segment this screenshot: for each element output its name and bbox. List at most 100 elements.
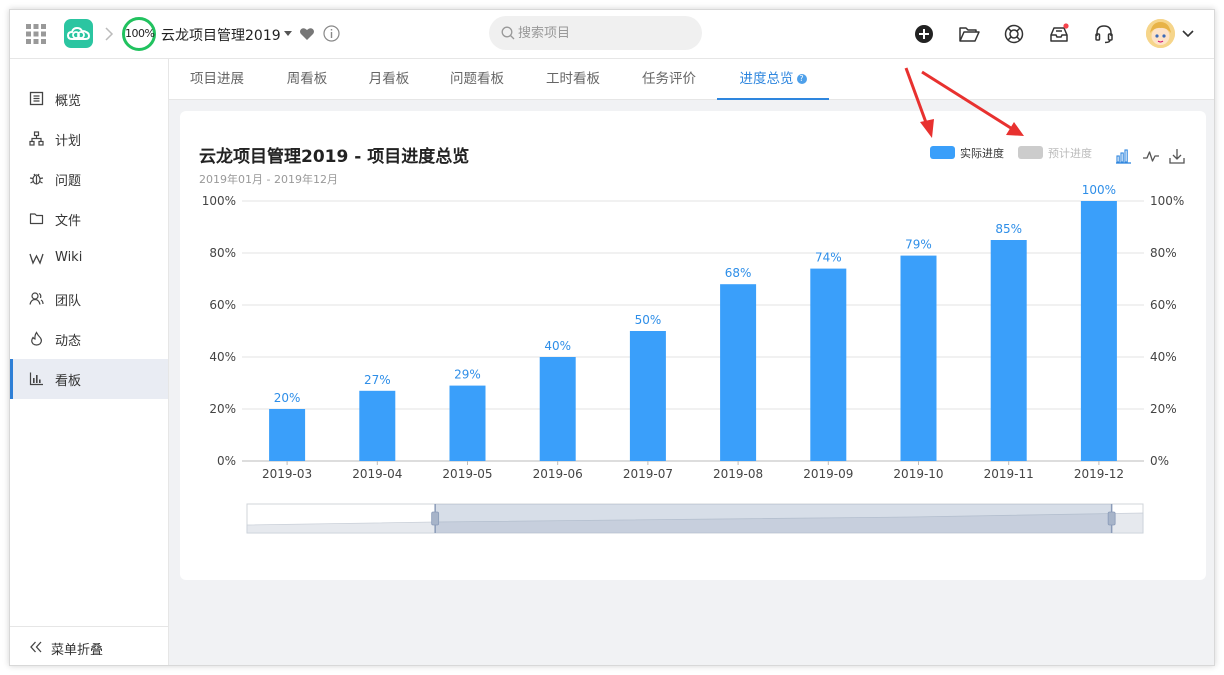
project-dropdown-icon[interactable] (284, 31, 292, 36)
headset-icon[interactable] (1093, 23, 1115, 45)
bar-data-label: 27% (364, 373, 391, 387)
bar-chart-icon (29, 372, 43, 386)
tab-weekly-board[interactable]: 周看板 (275, 59, 339, 100)
sidebar-item-label: 文件 (55, 214, 82, 229)
y-tick-label-right: 40% (1150, 350, 1177, 364)
bar (359, 390, 396, 461)
collapse-label: 菜单折叠 (51, 643, 104, 658)
sidebar-item-team[interactable]: 团队 (10, 279, 168, 319)
progress-bar-chart: 0% 0% 20% 20% 40% 40% 60% 60% 80% 80% 100% 100% 20% 2… (202, 183, 1184, 534)
y-tick-label-left: 100% (202, 194, 236, 208)
x-tick-label: 2019-05 (442, 467, 492, 481)
cloud-icon (66, 26, 91, 40)
bar (629, 331, 666, 461)
bar (990, 240, 1027, 461)
zoom-handle[interactable] (1107, 511, 1116, 526)
sidebar-item-issues[interactable]: 问题 (10, 159, 168, 199)
apps-grid-icon[interactable] (26, 24, 46, 44)
flame-icon (31, 331, 42, 346)
y-tick-label-left: 0% (217, 454, 236, 468)
bar-data-label: 29% (454, 368, 481, 382)
sidebar-item-wiki[interactable]: Wiki (10, 239, 168, 279)
bar (720, 284, 757, 461)
tab-monthly-board[interactable]: 月看板 (357, 59, 421, 100)
folder-icon (29, 213, 44, 225)
collapse-menu-button[interactable]: 菜单折叠 (10, 626, 168, 665)
double-chevron-left-icon (30, 641, 42, 653)
sidebar-item-label: 计划 (55, 134, 82, 149)
team-icon (29, 292, 44, 305)
tab-worktime-board[interactable]: 工时看板 (533, 59, 613, 100)
search-input[interactable] (518, 16, 693, 50)
search-box[interactable] (489, 16, 702, 50)
tab-project-progress[interactable]: 项目进展 (179, 59, 255, 100)
tab-task-review[interactable]: 任务评价 (629, 59, 709, 100)
bar-data-label: 100% (1082, 183, 1116, 197)
sidebar-item-overview[interactable]: 概览 (10, 79, 168, 119)
sidebar-item-label: 团队 (55, 294, 82, 309)
sidebar: 概览 计划 问题 文件 Wiki 团队 动态 看板 菜单折叠 (10, 59, 169, 665)
tab-progress-overview[interactable]: 进度总览? (717, 59, 829, 100)
info-icon[interactable] (323, 25, 340, 42)
bug-icon (29, 173, 44, 185)
sidebar-item-files[interactable]: 文件 (10, 199, 168, 239)
sidebar-item-dashboard[interactable]: 看板 (10, 359, 168, 399)
project-name[interactable]: 云龙项目管理2019 (161, 25, 281, 45)
x-tick-label: 2019-10 (893, 467, 943, 481)
user-avatar[interactable] (1146, 19, 1175, 48)
wiki-icon (29, 253, 44, 265)
bar-data-label: 68% (725, 266, 752, 280)
y-tick-label-left: 40% (209, 350, 236, 364)
x-tick-label: 2019-03 (262, 467, 312, 481)
bar-data-label: 20% (274, 391, 301, 405)
y-tick-label-left: 60% (209, 298, 236, 312)
app-logo[interactable] (64, 19, 93, 48)
sidebar-item-label: 概览 (55, 94, 82, 109)
bar-data-label: 79% (905, 238, 932, 252)
x-tick-label: 2019-07 (623, 467, 673, 481)
x-tick-label: 2019-04 (352, 467, 402, 481)
dashboard-tabs: 项目进展 周看板 月看板 问题看板 工时看板 任务评价 进度总览? (169, 59, 1214, 100)
help-lifebuoy-icon[interactable] (1003, 23, 1025, 45)
bar (269, 409, 306, 461)
top-header: 100% 云龙项目管理2019 (10, 10, 1214, 59)
y-tick-label-left: 80% (209, 246, 236, 260)
zoom-handle[interactable] (431, 511, 440, 526)
x-tick-label: 2019-09 (803, 467, 853, 481)
search-icon (501, 26, 515, 40)
bar-data-label: 74% (815, 251, 842, 265)
inbox-icon[interactable] (1048, 23, 1070, 45)
project-progress-ring: 100% (122, 17, 156, 51)
sidebar-item-activity[interactable]: 动态 (10, 319, 168, 359)
y-tick-label-right: 100% (1150, 194, 1184, 208)
bar (810, 268, 847, 461)
y-tick-label-right: 80% (1150, 246, 1177, 260)
y-tick-label-right: 0% (1150, 454, 1169, 468)
chart-card: 云龙项目管理2019 - 项目进度总览 2019年01月 - 2019年12月 … (180, 111, 1206, 580)
sidebar-item-plan[interactable]: 计划 (10, 119, 168, 159)
sidebar-item-label: 看板 (55, 374, 82, 389)
heart-icon[interactable] (299, 26, 315, 42)
breadcrumb-chevron-icon (105, 27, 114, 41)
x-tick-label: 2019-12 (1074, 467, 1124, 481)
folder-open-icon[interactable] (958, 23, 980, 45)
y-tick-label-right: 60% (1150, 298, 1177, 312)
chevron-down-icon[interactable] (1181, 27, 1195, 41)
tab-issue-board[interactable]: 问题看板 (437, 59, 517, 100)
bar-data-label: 50% (635, 313, 662, 327)
y-tick-label-left: 20% (209, 402, 236, 416)
x-tick-label: 2019-11 (984, 467, 1034, 481)
bar (539, 357, 576, 461)
avatar-image-icon (1146, 19, 1175, 48)
help-question-icon[interactable]: ? (796, 74, 807, 84)
tab-label: 进度总览 (739, 71, 794, 87)
app-window: 100% 云龙项目管理2019 搜索项目 概览 计划 问题 文件 Wiki 团队… (9, 9, 1215, 666)
sidebar-item-label: 问题 (55, 174, 82, 189)
hierarchy-icon (29, 131, 44, 146)
x-tick-label: 2019-06 (533, 467, 583, 481)
add-icon[interactable] (913, 23, 935, 45)
bar (900, 255, 937, 461)
zoom-slider-selection[interactable] (435, 504, 1112, 533)
y-tick-label-right: 20% (1150, 402, 1177, 416)
overview-icon (29, 91, 44, 106)
